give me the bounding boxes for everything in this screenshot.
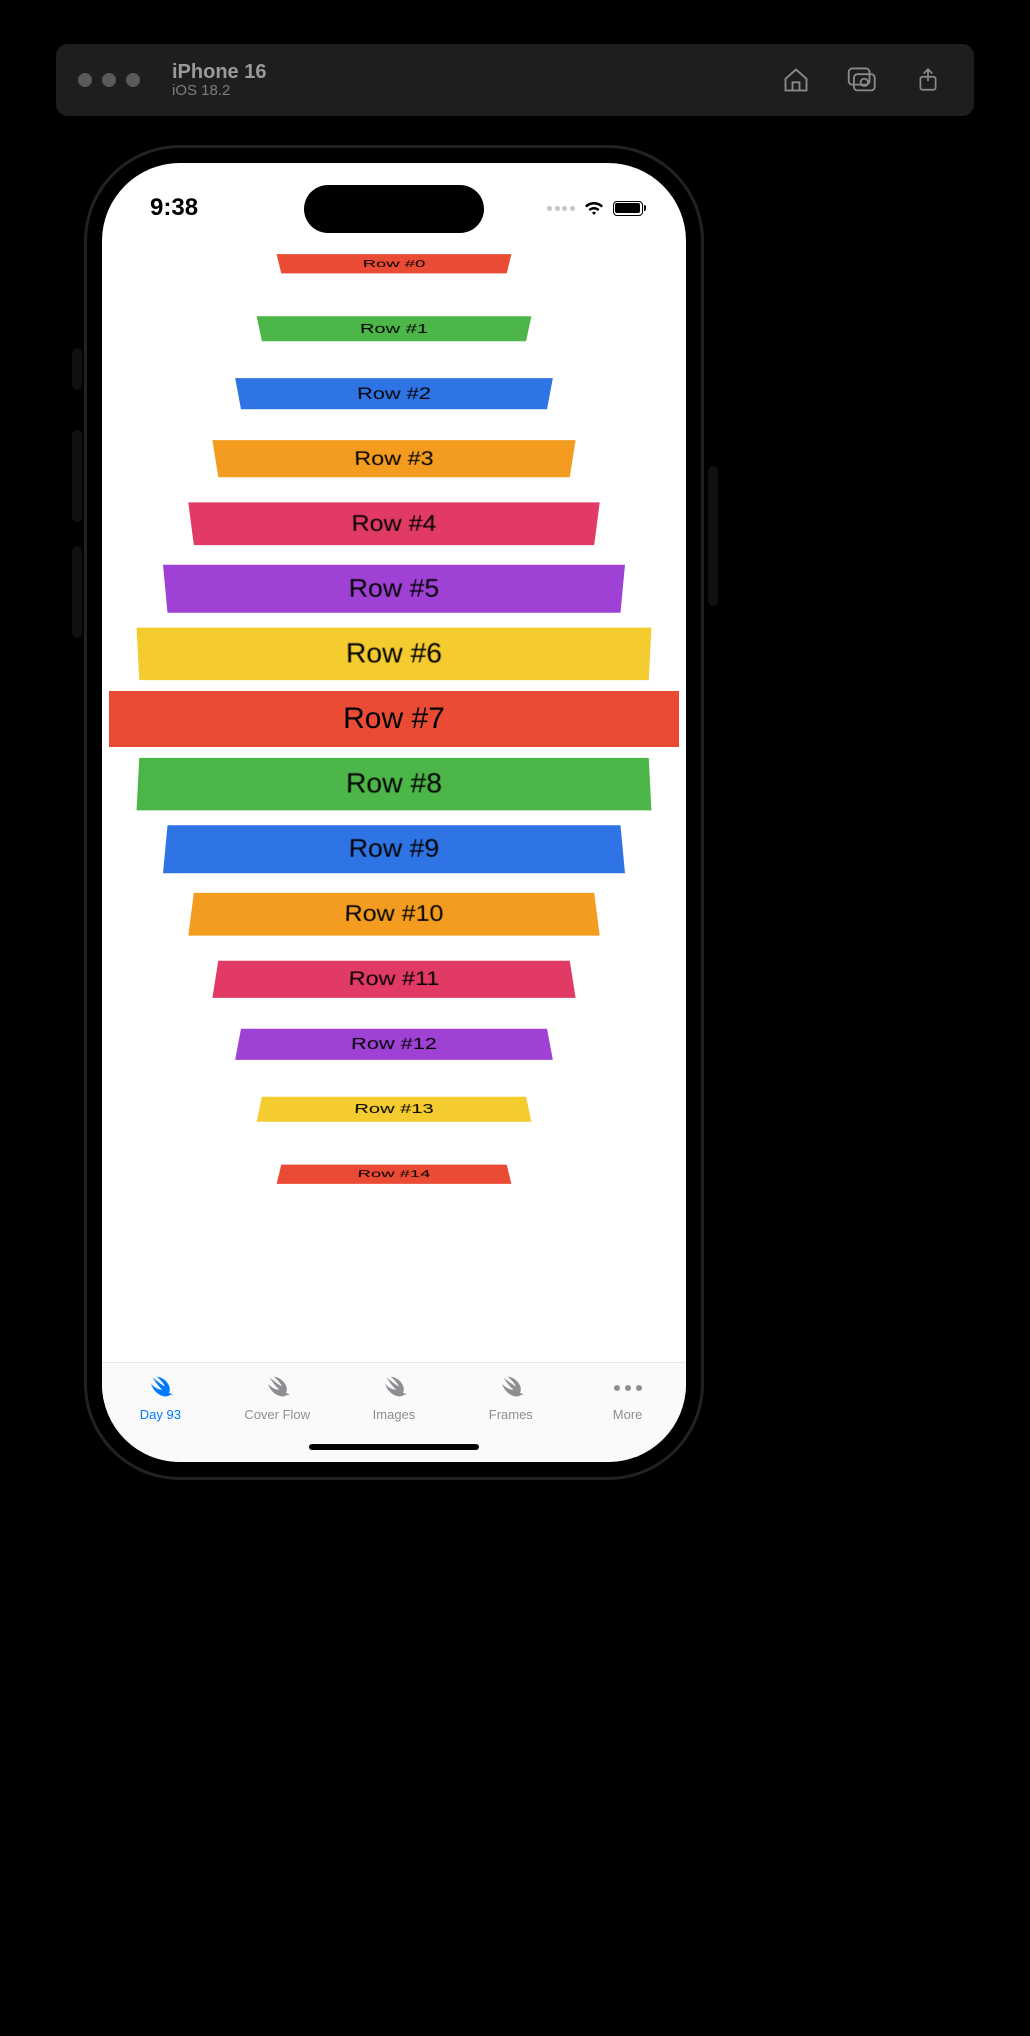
row-label: Row #5 bbox=[348, 574, 439, 603]
share-icon bbox=[915, 67, 941, 93]
home-button[interactable] bbox=[772, 60, 820, 100]
tab-label: Frames bbox=[489, 1407, 533, 1422]
window-traffic-lights[interactable] bbox=[78, 73, 140, 87]
row-bar: Row #6 bbox=[137, 628, 652, 680]
tab-more[interactable]: More bbox=[583, 1373, 673, 1422]
row-label: Row #3 bbox=[354, 448, 434, 470]
tab-label: Cover Flow bbox=[244, 1407, 310, 1422]
list-row[interactable]: Row #5 bbox=[102, 561, 686, 617]
row-bar: Row #5 bbox=[163, 565, 625, 613]
list-row[interactable]: Row #0 bbox=[102, 236, 686, 292]
row-bar: Row #1 bbox=[257, 316, 532, 341]
row-label: Row #9 bbox=[348, 835, 439, 864]
sim-os-version: iOS 18.2 bbox=[172, 83, 266, 100]
list-row[interactable]: Row #1 bbox=[102, 301, 686, 357]
row-label: Row #12 bbox=[351, 1035, 438, 1054]
action-button[interactable] bbox=[72, 348, 82, 390]
close-icon[interactable] bbox=[78, 73, 92, 87]
share-button[interactable] bbox=[904, 60, 952, 100]
row-bar: Row #0 bbox=[277, 254, 512, 273]
list-row[interactable]: Row #10 bbox=[102, 886, 686, 942]
list-row[interactable]: Row #8 bbox=[102, 756, 686, 812]
home-icon bbox=[782, 66, 810, 94]
status-time: 9:38 bbox=[150, 194, 198, 222]
swift-icon bbox=[376, 1373, 412, 1403]
dynamic-island bbox=[304, 185, 484, 233]
swift-icon bbox=[259, 1373, 295, 1403]
camera-stack-icon bbox=[847, 66, 877, 94]
row-bar: Row #9 bbox=[163, 825, 625, 873]
row-label: Row #13 bbox=[354, 1101, 434, 1116]
sim-device-title: iPhone 16 bbox=[172, 61, 266, 83]
more-icon bbox=[610, 1373, 646, 1403]
home-indicator[interactable] bbox=[309, 1444, 479, 1450]
phone-screen: 9:38 Row #0Row #1Row #2Row #3Row #4Row #… bbox=[102, 163, 686, 1462]
row-bar: Row #2 bbox=[235, 378, 553, 409]
swift-icon bbox=[142, 1373, 178, 1403]
list-row[interactable]: Row #9 bbox=[102, 821, 686, 877]
row-bar: Row #11 bbox=[212, 961, 575, 998]
minimize-icon[interactable] bbox=[102, 73, 116, 87]
row-bar: Row #4 bbox=[188, 502, 599, 545]
cellular-icon bbox=[547, 206, 575, 211]
row-bar: Row #12 bbox=[235, 1029, 553, 1060]
row-bar: Row #7 bbox=[109, 691, 679, 747]
battery-icon bbox=[613, 201, 647, 216]
list-row[interactable]: Row #11 bbox=[102, 951, 686, 1007]
volume-down-button[interactable] bbox=[72, 546, 82, 638]
list-row[interactable]: Row #7 bbox=[102, 691, 686, 747]
status-indicators bbox=[547, 200, 646, 216]
tab-cover-flow[interactable]: Cover Flow bbox=[232, 1373, 322, 1422]
row-label: Row #11 bbox=[348, 968, 440, 990]
row-label: Row #1 bbox=[360, 321, 429, 336]
list-row[interactable]: Row #12 bbox=[102, 1016, 686, 1072]
simulator-toolbar: iPhone 16 iOS 18.2 bbox=[56, 44, 974, 116]
power-button[interactable] bbox=[708, 466, 718, 606]
swift-icon bbox=[493, 1373, 529, 1403]
row-label: Row #0 bbox=[362, 258, 425, 270]
screenshot-button[interactable] bbox=[838, 60, 886, 100]
row-label: Row #2 bbox=[357, 384, 432, 403]
phone-frame: 9:38 Row #0Row #1Row #2Row #3Row #4Row #… bbox=[84, 145, 704, 1480]
row-label: Row #4 bbox=[351, 511, 437, 537]
row-label: Row #10 bbox=[344, 901, 444, 927]
row-bar: Row #13 bbox=[257, 1097, 532, 1122]
list-row[interactable]: Row #4 bbox=[102, 496, 686, 552]
row-bar: Row #3 bbox=[212, 440, 575, 477]
list-row[interactable]: Row #13 bbox=[102, 1081, 686, 1137]
tab-label: Day 93 bbox=[140, 1407, 181, 1422]
row-label: Row #14 bbox=[357, 1168, 431, 1180]
tab-frames[interactable]: Frames bbox=[466, 1373, 556, 1422]
tab-label: More bbox=[613, 1407, 643, 1422]
zoom-icon[interactable] bbox=[126, 73, 140, 87]
row-bar: Row #10 bbox=[188, 893, 599, 936]
row-bar: Row #14 bbox=[277, 1165, 512, 1184]
scroll-content[interactable]: Row #0 Row #1 Row #2 Row #3 Row #4 Row #5 Row … bbox=[102, 163, 686, 1362]
tab-label: Images bbox=[373, 1407, 416, 1422]
list-row[interactable]: Row #14 bbox=[102, 1146, 686, 1202]
sim-title-block: iPhone 16 iOS 18.2 bbox=[172, 61, 266, 100]
row-label: Row #8 bbox=[346, 768, 442, 800]
list-row[interactable]: Row #6 bbox=[102, 626, 686, 682]
wifi-icon bbox=[583, 200, 605, 216]
row-bar: Row #8 bbox=[137, 758, 652, 810]
volume-up-button[interactable] bbox=[72, 430, 82, 522]
list-row[interactable]: Row #3 bbox=[102, 431, 686, 487]
list-row[interactable]: Row #2 bbox=[102, 366, 686, 422]
tab-day-93[interactable]: Day 93 bbox=[115, 1373, 205, 1422]
row-label: Row #7 bbox=[343, 702, 445, 736]
row-label: Row #6 bbox=[346, 638, 442, 670]
tab-images[interactable]: Images bbox=[349, 1373, 439, 1422]
